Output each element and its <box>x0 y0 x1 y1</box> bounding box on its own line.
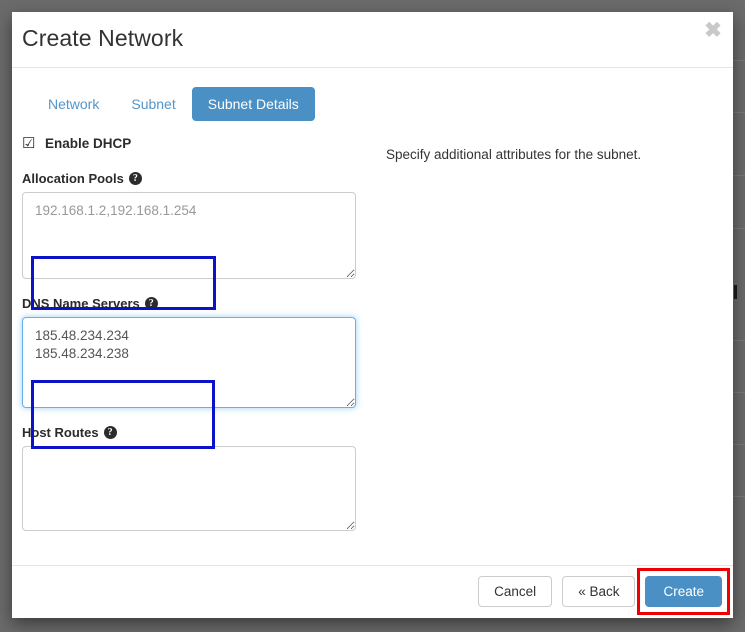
backdrop-scroll-tick <box>734 285 737 299</box>
field-dns-name-servers: DNS Name Servers ? <box>22 296 372 408</box>
help-circle-icon[interactable]: ? <box>144 297 158 310</box>
footer-button-group: Cancel « Back Create <box>478 568 730 615</box>
side-help-column: Specify additional attributes for the su… <box>386 136 716 162</box>
cancel-button[interactable]: Cancel <box>478 576 553 607</box>
tab-subnet[interactable]: Subnet <box>115 87 191 121</box>
allocation-pools-input[interactable] <box>22 192 356 279</box>
host-routes-label-text: Host Routes <box>22 425 99 440</box>
enable-dhcp-label: Enable DHCP <box>45 136 132 151</box>
close-icon[interactable]: ✖ <box>702 20 724 42</box>
modal-footer: Cancel « Back Create <box>12 565 733 617</box>
tab-network[interactable]: Network <box>32 87 115 121</box>
create-button-wrapper: Create <box>637 568 730 615</box>
back-button[interactable]: « Back <box>562 576 636 607</box>
wizard-tabs: Network Subnet Subnet Details <box>32 87 315 121</box>
field-allocation-pools: Allocation Pools ? <box>22 171 372 279</box>
form-column: ☑ Enable DHCP Allocation Pools ? DNS Nam… <box>22 136 372 548</box>
help-circle-icon[interactable]: ? <box>103 426 117 439</box>
create-button[interactable]: Create <box>645 576 722 607</box>
tab-subnet-details[interactable]: Subnet Details <box>191 87 315 121</box>
allocation-pools-label-text: Allocation Pools <box>22 171 124 186</box>
dns-name-servers-label-text: DNS Name Servers <box>22 296 140 311</box>
host-routes-label: Host Routes ? <box>22 425 372 440</box>
modal-body: Network Subnet Subnet Details ☑ Enable D… <box>12 68 733 565</box>
page-title: Create Network <box>22 25 184 51</box>
field-host-routes: Host Routes ? <box>22 425 372 531</box>
enable-dhcp-checkbox[interactable]: ☑ Enable DHCP <box>22 136 372 151</box>
checkbox-checked-icon: ☑ <box>22 135 36 152</box>
modal-header: Create Network ✖ <box>12 12 733 68</box>
help-circle-icon[interactable]: ? <box>128 172 142 185</box>
dns-name-servers-label: DNS Name Servers ? <box>22 296 372 311</box>
host-routes-input[interactable] <box>22 446 356 531</box>
create-network-modal: Create Network ✖ Network Subnet Subnet D… <box>12 12 733 618</box>
allocation-pools-label: Allocation Pools ? <box>22 171 372 186</box>
dns-name-servers-input[interactable] <box>22 317 356 408</box>
subnet-details-help-text: Specify additional attributes for the su… <box>386 147 642 162</box>
